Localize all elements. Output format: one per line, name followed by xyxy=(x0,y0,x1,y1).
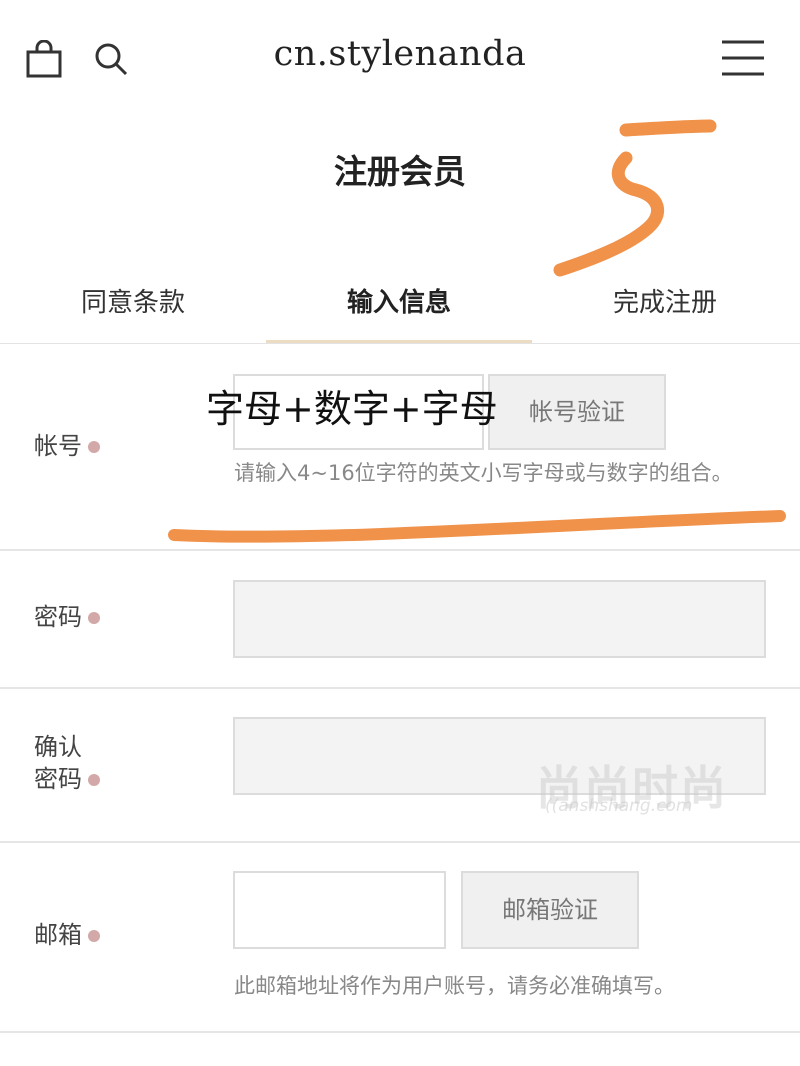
email-verify-button[interactable]: 邮箱验证 xyxy=(461,871,639,949)
password-input[interactable] xyxy=(233,580,766,658)
brand-logo[interactable]: cn.stylenanda xyxy=(200,34,600,74)
watermark-url: ((anshshang.com xyxy=(545,796,693,816)
email-row: 邮箱 邮箱验证 此邮箱地址将作为用户账号，请务必准确填写。 xyxy=(0,843,800,1033)
email-hint: 此邮箱地址将作为用户账号，请务必准确填写。 xyxy=(234,974,675,998)
step-complete: 完成注册 xyxy=(612,288,717,318)
password-row: 密码 xyxy=(0,551,800,689)
email-input[interactable] xyxy=(233,871,446,949)
hamburger-menu-icon[interactable] xyxy=(720,38,766,78)
step-agree-terms: 同意条款 xyxy=(80,288,185,318)
account-label: 帐号 xyxy=(34,430,100,462)
step-enter-info: 输入信息 xyxy=(346,288,451,318)
annotation-text: 字母+数字+字母 xyxy=(206,387,498,431)
top-header: cn.stylenanda xyxy=(0,0,800,118)
page-title: 注册会员 xyxy=(334,152,466,191)
account-row: 帐号 帐号验证 请输入4~16位字符的英文小写字母或与数字的组合。 xyxy=(0,344,800,551)
account-verify-button[interactable]: 帐号验证 xyxy=(488,374,666,450)
required-dot xyxy=(88,612,100,624)
account-hint: 请输入4~16位字符的英文小写字母或与数字的组合。 xyxy=(234,461,733,485)
registration-steps: 同意条款 输入信息 完成注册 xyxy=(0,270,800,346)
password-label: 密码 xyxy=(34,601,100,633)
email-label: 邮箱 xyxy=(34,919,100,951)
required-dot xyxy=(88,930,100,942)
search-icon[interactable] xyxy=(93,41,129,77)
confirm-password-label: 确认 密码 xyxy=(34,731,100,795)
required-dot xyxy=(88,441,100,453)
shopping-bag-icon[interactable] xyxy=(26,40,62,78)
required-dot xyxy=(88,774,100,786)
